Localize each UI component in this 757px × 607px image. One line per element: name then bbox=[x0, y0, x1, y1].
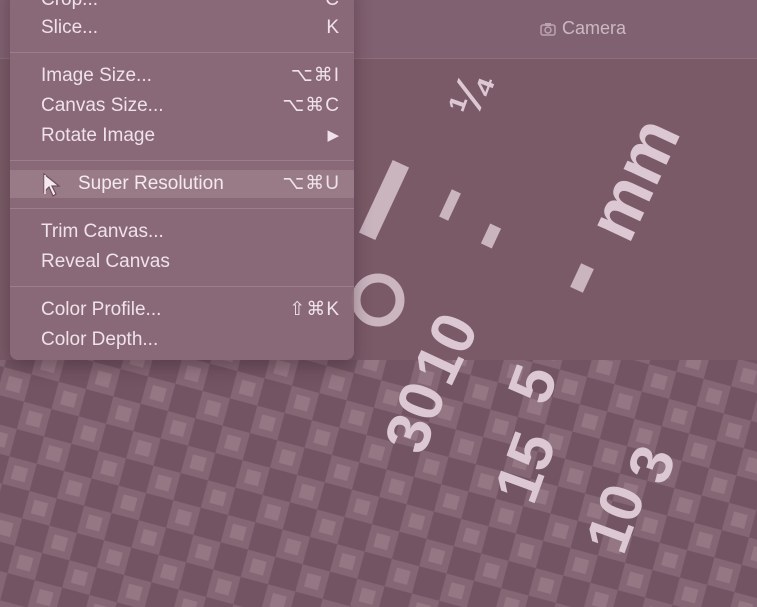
menu-item-color-depth[interactable]: Color Depth... bbox=[10, 326, 354, 354]
menu-item-label: Color Depth... bbox=[41, 329, 159, 350]
menu-separator bbox=[10, 208, 354, 209]
menu-item-label: Slice... bbox=[41, 17, 99, 38]
menu-item-shortcut: ⌥⌘U bbox=[282, 173, 340, 194]
menu-item-shortcut: ⇧⌘K bbox=[289, 299, 340, 320]
menu-item-rotate-image[interactable]: Rotate Image ▶ bbox=[10, 122, 354, 150]
menu-item-label: Color Profile... bbox=[41, 299, 162, 320]
menu-item-shortcut: ⌥⌘I bbox=[290, 65, 340, 86]
menu-separator bbox=[10, 160, 354, 161]
menu-item-super-resolution[interactable]: Super Resolution ⌥⌘U bbox=[10, 170, 354, 198]
camera-icon bbox=[540, 22, 556, 36]
window-title: Camera bbox=[540, 18, 626, 39]
menu-item-label: Trim Canvas... bbox=[41, 221, 164, 242]
menu-item-color-profile[interactable]: Color Profile... ⇧⌘K bbox=[10, 296, 354, 324]
submenu-arrow-icon: ▶ bbox=[327, 127, 340, 144]
menu-item-canvas-size[interactable]: Canvas Size... ⌥⌘C bbox=[10, 92, 354, 120]
menu-item-image-size[interactable]: Image Size... ⌥⌘I bbox=[10, 62, 354, 90]
menu-item-label: Reveal Canvas bbox=[41, 251, 170, 272]
menu-item-label: Image Size... bbox=[41, 65, 152, 86]
menu-item-shortcut: K bbox=[326, 17, 340, 38]
menu-item-slice[interactable]: Slice... K bbox=[10, 14, 354, 42]
menu-item-trim-canvas[interactable]: Trim Canvas... bbox=[10, 218, 354, 246]
menu-item-reveal-canvas[interactable]: Reveal Canvas bbox=[10, 248, 354, 276]
menu-item-label: Rotate Image bbox=[41, 125, 156, 146]
menu-separator bbox=[10, 286, 354, 287]
menu-separator bbox=[10, 52, 354, 53]
menu-item-shortcut: C bbox=[325, 0, 340, 14]
menu-item-label: Super Resolution bbox=[78, 173, 224, 194]
cursor-icon bbox=[43, 172, 61, 197]
image-menu: Crop... C Slice... K Image Size... ⌥⌘I C… bbox=[10, 0, 354, 360]
window-title-text: Camera bbox=[562, 18, 627, 38]
menu-item-crop[interactable]: Crop... C bbox=[10, 0, 354, 14]
menu-item-shortcut: ⌥⌘C bbox=[282, 95, 340, 116]
menu-item-label: Canvas Size... bbox=[41, 95, 164, 116]
menu-item-label: Crop... bbox=[41, 0, 98, 14]
